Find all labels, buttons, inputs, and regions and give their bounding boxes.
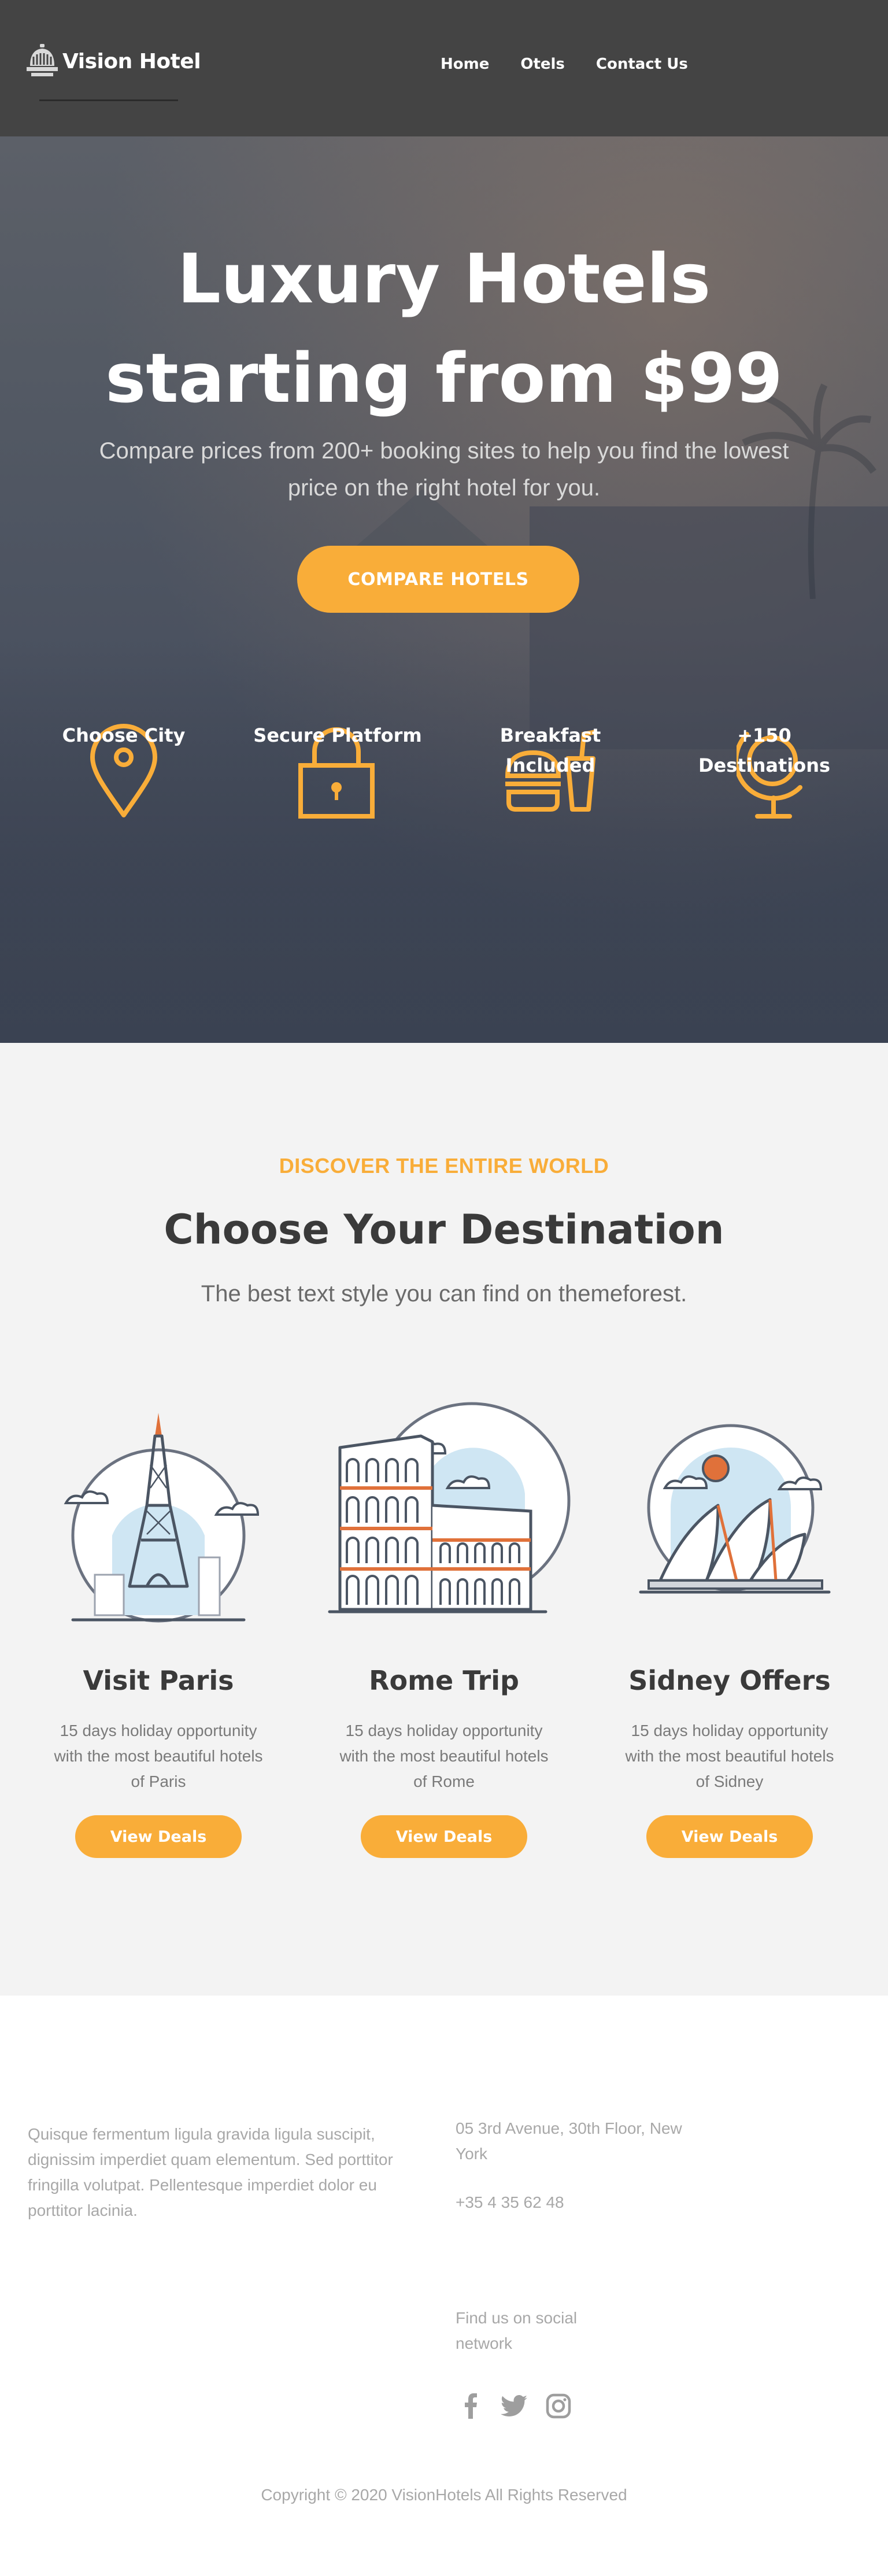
- feature-secure-platform: Secure Platform: [245, 720, 430, 750]
- footer-about-line: dignissim imperdiet quam elementum. Sed …: [28, 2151, 393, 2168]
- nav-otels[interactable]: Otels: [520, 55, 565, 73]
- feature-choose-city: Choose City: [31, 720, 216, 750]
- main-nav: Home Otels Contact Us: [441, 55, 719, 73]
- footer-social-line: network: [456, 2334, 513, 2352]
- section-subtitle: The best text style you can find on them…: [201, 1281, 687, 1306]
- site-footer: Quisque fermentum ligula gravida ligula …: [0, 1996, 888, 2576]
- site-header: Vision Hotel Home Otels Contact Us: [0, 0, 888, 136]
- hotel-bell-icon: [25, 43, 59, 80]
- copyright: Copyright © 2020 VisionHotels All Rights…: [261, 2486, 627, 2504]
- card-desc-line: 15 days holiday opportunity: [631, 1722, 828, 1739]
- social-links: [465, 2393, 571, 2422]
- hero-title: Luxury Hotels starting from $99: [0, 229, 888, 428]
- view-deals-button-sidney[interactable]: View Deals: [646, 1815, 813, 1858]
- footer-address-line: 05 3rd Avenue, 30th Floor, New: [456, 2119, 682, 2137]
- card-description: 15 days holiday opportunity with the mos…: [620, 1718, 839, 1794]
- view-deals-button-rome[interactable]: View Deals: [361, 1815, 527, 1858]
- footer-social-line: Find us on social: [456, 2309, 578, 2327]
- card-desc-line: of Rome: [413, 1772, 475, 1790]
- card-desc-line: with the most beautiful hotels: [625, 1747, 834, 1765]
- feature-label: Included: [505, 754, 595, 776]
- card-desc-line: 15 days holiday opportunity: [345, 1722, 543, 1739]
- footer-social-caption: Find us on social network: [456, 2305, 629, 2356]
- feature-label: Secure Platform: [253, 724, 422, 746]
- logo[interactable]: Vision Hotel: [25, 43, 201, 80]
- card-description: 15 days holiday opportunity with the mos…: [49, 1718, 268, 1794]
- feature-label: +150: [737, 724, 791, 746]
- twitter-icon[interactable]: [501, 2395, 527, 2420]
- card-desc-line: with the most beautiful hotels: [339, 1747, 549, 1765]
- section-title: Choose Your Destination: [164, 1206, 724, 1253]
- eiffel-tower-icon: [64, 1413, 260, 1623]
- footer-address-line: York: [456, 2145, 488, 2163]
- section-eyebrow: DISCOVER THE ENTIRE WORLD: [279, 1154, 609, 1178]
- logo-underline: [39, 99, 178, 101]
- footer-address: 05 3rd Avenue, 30th Floor, New York: [456, 2116, 722, 2167]
- card-title: Rome Trip: [369, 1665, 519, 1696]
- footer-phone[interactable]: +35 4 35 62 48: [456, 2190, 564, 2215]
- footer-about-line: Quisque fermentum ligula gravida ligula …: [28, 2125, 375, 2143]
- feature-label: Breakfast: [500, 724, 601, 746]
- view-deals-button-paris[interactable]: View Deals: [75, 1815, 242, 1858]
- card-description: 15 days holiday opportunity with the mos…: [334, 1718, 554, 1794]
- card-desc-line: 15 days holiday opportunity: [60, 1722, 257, 1739]
- feature-destinations: +150 Destinations: [672, 720, 857, 780]
- card-desc-line: of Paris: [131, 1772, 186, 1790]
- footer-about-line: fringilla volutpat. Pellentesque imperdi…: [28, 2176, 377, 2194]
- hero-title-line1: Luxury Hotels: [177, 239, 711, 319]
- brand-name: Vision Hotel: [62, 50, 201, 73]
- nav-contact-us[interactable]: Contact Us: [596, 55, 688, 73]
- colosseum-icon: [328, 1402, 571, 1613]
- destinations-section: DISCOVER THE ENTIRE WORLD Choose Your De…: [0, 1043, 888, 1996]
- hero-subtitle: Compare prices from 200+ booking sites t…: [99, 438, 789, 501]
- facebook-icon[interactable]: [465, 2393, 478, 2422]
- card-desc-line: with the most beautiful hotels: [54, 1747, 263, 1765]
- feature-breakfast-included: Breakfast Included: [458, 720, 643, 780]
- card-title: Sidney Offers: [628, 1665, 831, 1696]
- footer-about: Quisque fermentum ligula gravida ligula …: [28, 2122, 432, 2223]
- card-title: Visit Paris: [83, 1665, 234, 1696]
- sydney-opera-house-icon: [639, 1424, 831, 1594]
- instagram-icon[interactable]: [546, 2393, 571, 2422]
- footer-about-line: porttitor lacinia.: [28, 2201, 138, 2219]
- compare-hotels-button[interactable]: COMPARE HOTELS: [297, 546, 579, 613]
- feature-label: Destinations: [698, 754, 831, 776]
- hero-title-line2: starting from $99: [105, 338, 783, 418]
- hero-section: Luxury Hotels starting from $99 Compare …: [0, 136, 888, 1043]
- nav-home[interactable]: Home: [441, 55, 489, 73]
- feature-label: Choose City: [62, 724, 186, 746]
- card-desc-line: of Sidney: [695, 1772, 764, 1790]
